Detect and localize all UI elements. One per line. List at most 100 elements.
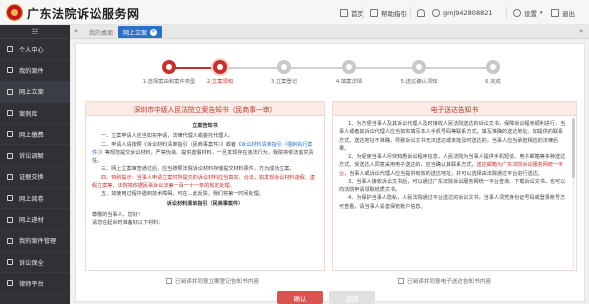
notice-text: 二、申请人请按照《诉讼材料清单指引（民商事案件）》或者《 xyxy=(101,141,242,148)
sidebar-item-lawyer-platform[interactable]: 律师平台 xyxy=(0,273,70,295)
sidebar: ☷ 个人中心 我的案件 网上立案 案例库 网上缴费 诉讼调解 证据交换 网上阅卷… xyxy=(0,25,70,304)
step-dot xyxy=(486,60,500,74)
back-button[interactable]: 返回 xyxy=(329,291,375,304)
scrollbar-thumb[interactable] xyxy=(572,118,575,178)
step-dot xyxy=(162,60,176,74)
notice-text: 》等规范提交诉讼材料，严禁伪造、提供虚假材料，一旦发现存在违法行为，我院将依法追… xyxy=(92,149,314,164)
nav-help-label: 帮助指引 xyxy=(381,9,407,18)
sidebar-item-online-payment[interactable]: 网上缴费 xyxy=(0,124,70,146)
user-icon xyxy=(432,8,440,17)
step-label: 3.立案登记 xyxy=(270,79,298,85)
sidebar-item-online-filing[interactable]: 网上立案 xyxy=(0,81,70,103)
tab-label: 我的桌面 xyxy=(89,29,114,37)
reader-icon xyxy=(7,195,13,202)
sidebar-item-case-management[interactable]: 我的案件管理 xyxy=(0,231,70,252)
sidebar-item-label: 网上立案 xyxy=(19,89,44,97)
nav-notifications[interactable] xyxy=(417,0,425,25)
agree-e-service-checkbox[interactable]: 已阅读并同意电子送达告知书内容 xyxy=(398,277,491,285)
progress-steps: 1.选择案由和案件类型 2.立案须知 3.立案登记 4.填案详情 5.送达确认须… xyxy=(143,50,501,85)
notice-text: ，当事人或诉讼代理人应当提供有效的送达地址，并可以选择由法院通过平台进行送达。 xyxy=(344,170,543,177)
list-icon xyxy=(7,237,13,244)
step-label: 6.完成 xyxy=(485,79,501,85)
nav-settings-label: 设置 xyxy=(524,9,537,18)
main-content: 1.选择案由和案件类型 2.立案须知 3.立案登记 4.填案详情 5.送达确认须… xyxy=(75,43,585,304)
nav-settings[interactable]: 设置 ▾ xyxy=(513,0,543,25)
sidebar-item-case-library[interactable]: 案例库 xyxy=(0,103,70,125)
notice-paragraph: 二、申请人请按照《诉讼材料清单指引（民商事案件）》或者《诉讼材料清单指引（强制执… xyxy=(92,141,318,166)
card-icon xyxy=(7,131,13,138)
sidebar-item-label: 诉讼保全 xyxy=(19,259,44,267)
agree-filing-checkbox[interactable]: 已阅读并同意立案登记告知书内容 xyxy=(166,277,259,285)
step-label: 2.立案须知 xyxy=(206,79,234,85)
upload-icon xyxy=(7,216,13,223)
notice-paragraph: 1、为方便当事人及其诉讼代理人及时接收人民法院送达的诉讼文书，保障诉讼程序顺利进… xyxy=(339,121,566,152)
briefcase-icon xyxy=(7,280,13,287)
sidebar-item-mediation[interactable]: 诉讼调解 xyxy=(0,145,70,167)
scrollbar[interactable] xyxy=(572,118,575,268)
tab-scroll-left-icon[interactable]: « xyxy=(74,27,78,35)
sidebar-item-label: 网上阅卷 xyxy=(19,195,44,203)
nav-divider xyxy=(506,6,507,19)
tab-scroll-right-icon[interactable]: » xyxy=(579,27,583,35)
checkbox-icon[interactable] xyxy=(166,278,172,284)
sidebar-item-personal-center[interactable]: 个人中心 xyxy=(0,39,70,61)
e-service-notice-body[interactable]: 1、为方便当事人及其诉讼代理人及时接收人民法院送达的诉讼文书，保障诉讼程序顺利进… xyxy=(333,116,576,270)
step-label: 4.填案详情 xyxy=(335,79,363,85)
logout-icon xyxy=(551,8,559,17)
step-label: 5.送达确认须知 xyxy=(400,79,438,85)
material-guide-title: 诉讼材料清单指引（民商事案件） xyxy=(166,201,244,208)
notice-paragraph: 请您在起诉时准备好以下材料： xyxy=(92,219,164,226)
notice-subtitle: 立案告知书 xyxy=(192,123,218,129)
nav-user[interactable]: gmj942808821 xyxy=(432,0,492,25)
notice-paragraph: 一、立案申请人应当如实申请，法律代理人或委托代理人。 xyxy=(101,133,234,140)
notice-paragraph: 4、为保护当事人隐私，人民法院通过平台送达的诉讼文书，当事人须凭身份证号码或登录… xyxy=(339,195,566,210)
nav-help[interactable]: 帮助指引 xyxy=(370,0,407,25)
checkbox-icon[interactable] xyxy=(398,278,404,284)
step-dot xyxy=(342,60,356,74)
nav-divider xyxy=(410,6,411,19)
help-icon xyxy=(370,8,378,17)
bell-icon xyxy=(417,8,425,17)
user-icon xyxy=(7,46,13,53)
nav-home[interactable]: 首页 xyxy=(340,0,364,25)
tab-my-desktop[interactable]: 我的桌面 xyxy=(84,26,118,38)
confirm-button[interactable]: 确认 xyxy=(277,291,323,304)
sidebar-item-my-cases[interactable]: 我的案件 xyxy=(0,60,70,82)
menu-icon: ☷ xyxy=(31,27,39,36)
step-6: 6.完成 xyxy=(463,60,523,85)
e-service-notice-panel: 电子送达告知书 1、为方便当事人及其诉讼代理人及时接收人民法院送达的诉讼文书，保… xyxy=(332,101,577,271)
notice-paragraph: 2、为促使当事人尽快知悉诉讼程序信息，人民法院为当事人提供手机短信、电子邮箱等多… xyxy=(339,153,567,178)
notice-paragraph: 3、当事人接收诉讼文书后，可以通过广东法院诉讼服务网统一平台查询、下载诉讼文书，… xyxy=(339,178,566,193)
book-icon xyxy=(7,110,13,117)
sidebar-toggle[interactable]: ☷ xyxy=(0,25,70,39)
sidebar-item-evidence-exchange[interactable]: 证据交换 xyxy=(0,167,70,189)
checkbox-label: 已阅读并同意立案登记告知书内容 xyxy=(175,279,259,285)
tab-bar: « 我的桌面 网上立案 ✕ » xyxy=(70,25,589,39)
special-warning-text: 四、特别提示：当事人申请立案时所提交的诉讼材料应当真实、合法，如发现诉讼材料造假… xyxy=(92,174,315,189)
sidebar-item-label: 案例库 xyxy=(19,110,38,118)
sidebar-item-online-reading[interactable]: 网上阅卷 xyxy=(0,188,70,210)
username-label: gmj942808821 xyxy=(443,8,493,17)
sidebar-item-preservation[interactable]: 诉讼保全 xyxy=(0,252,70,274)
sidebar-item-label: 律师平台 xyxy=(19,280,44,288)
notice-paragraph: 尊敬的当事人，您好！ xyxy=(92,211,143,218)
file-icon xyxy=(7,88,13,95)
home-icon xyxy=(340,8,348,17)
tab-online-filing[interactable]: 网上立案 ✕ xyxy=(118,26,163,38)
step-4: 4.填案详情 xyxy=(319,60,379,85)
nav-logout-label: 退出 xyxy=(562,9,575,18)
e-service-notice-title: 电子送达告知书 xyxy=(333,102,576,116)
chevron-down-icon: ▾ xyxy=(540,9,543,16)
sidebar-item-label: 网上缴费 xyxy=(19,131,44,139)
filing-notice-body[interactable]: 立案告知书 一、立案申请人应当如实申请，法律代理人或委托代理人。 二、申请人请按… xyxy=(86,116,324,270)
sidebar-item-online-submit[interactable]: 网上递材 xyxy=(0,209,70,231)
sidebar-item-label: 网上递材 xyxy=(19,217,44,225)
shield-icon xyxy=(7,259,13,266)
step-dot xyxy=(277,60,291,74)
tab-label: 网上立案 xyxy=(123,29,148,37)
nav-logout[interactable]: 退出 xyxy=(551,0,575,25)
filing-notice-title: 深圳市中级人民法院立案告知书（民商事一审） xyxy=(86,102,324,116)
gear-icon xyxy=(513,8,521,17)
close-icon[interactable]: ✕ xyxy=(150,28,158,36)
top-header: 广东法院诉讼服务网 首页 帮助指引 gmj942808821 设置 ▾ 退出 xyxy=(0,0,589,25)
